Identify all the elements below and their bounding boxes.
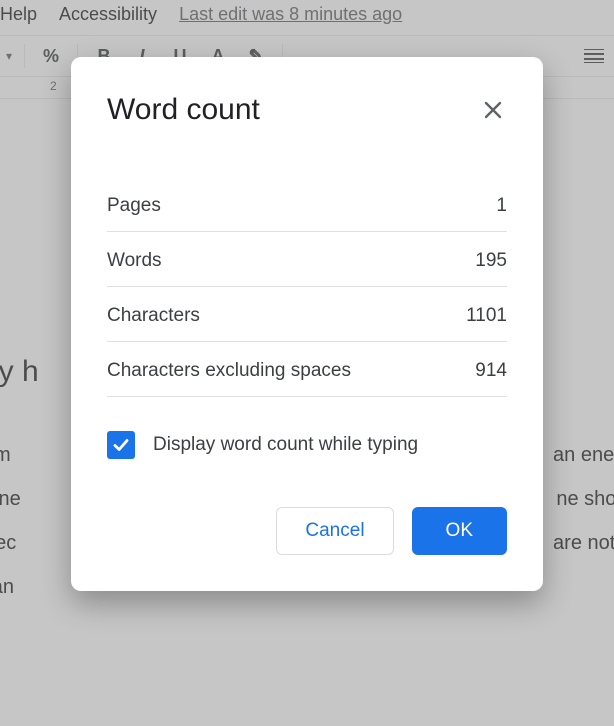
stat-label: Characters excluding spaces — [107, 360, 351, 382]
stat-row-pages: Pages 1 — [107, 177, 507, 232]
stat-value: 914 — [475, 360, 507, 382]
dialog-actions: Cancel OK — [107, 507, 507, 555]
display-while-typing-row: Display word count while typing — [107, 431, 507, 459]
close-button[interactable] — [479, 96, 507, 124]
close-icon — [483, 100, 503, 120]
dialog-title: Word count — [107, 93, 260, 127]
stat-label: Words — [107, 250, 162, 272]
stat-value: 1101 — [466, 305, 507, 327]
stat-label: Characters — [107, 305, 200, 327]
stat-value: 195 — [475, 250, 507, 272]
word-count-dialog: Word count Pages 1 Words 195 Characters … — [71, 57, 543, 591]
checkbox-label: Display word count while typing — [153, 434, 418, 456]
stat-row-words: Words 195 — [107, 232, 507, 287]
stat-value: 1 — [496, 195, 507, 217]
cancel-button[interactable]: Cancel — [276, 507, 393, 555]
display-while-typing-checkbox[interactable] — [107, 431, 135, 459]
stat-label: Pages — [107, 195, 161, 217]
ok-button[interactable]: OK — [412, 507, 507, 555]
stat-row-characters-excl-spaces: Characters excluding spaces 914 — [107, 342, 507, 397]
stat-row-characters: Characters 1101 — [107, 287, 507, 342]
check-icon — [111, 435, 131, 455]
